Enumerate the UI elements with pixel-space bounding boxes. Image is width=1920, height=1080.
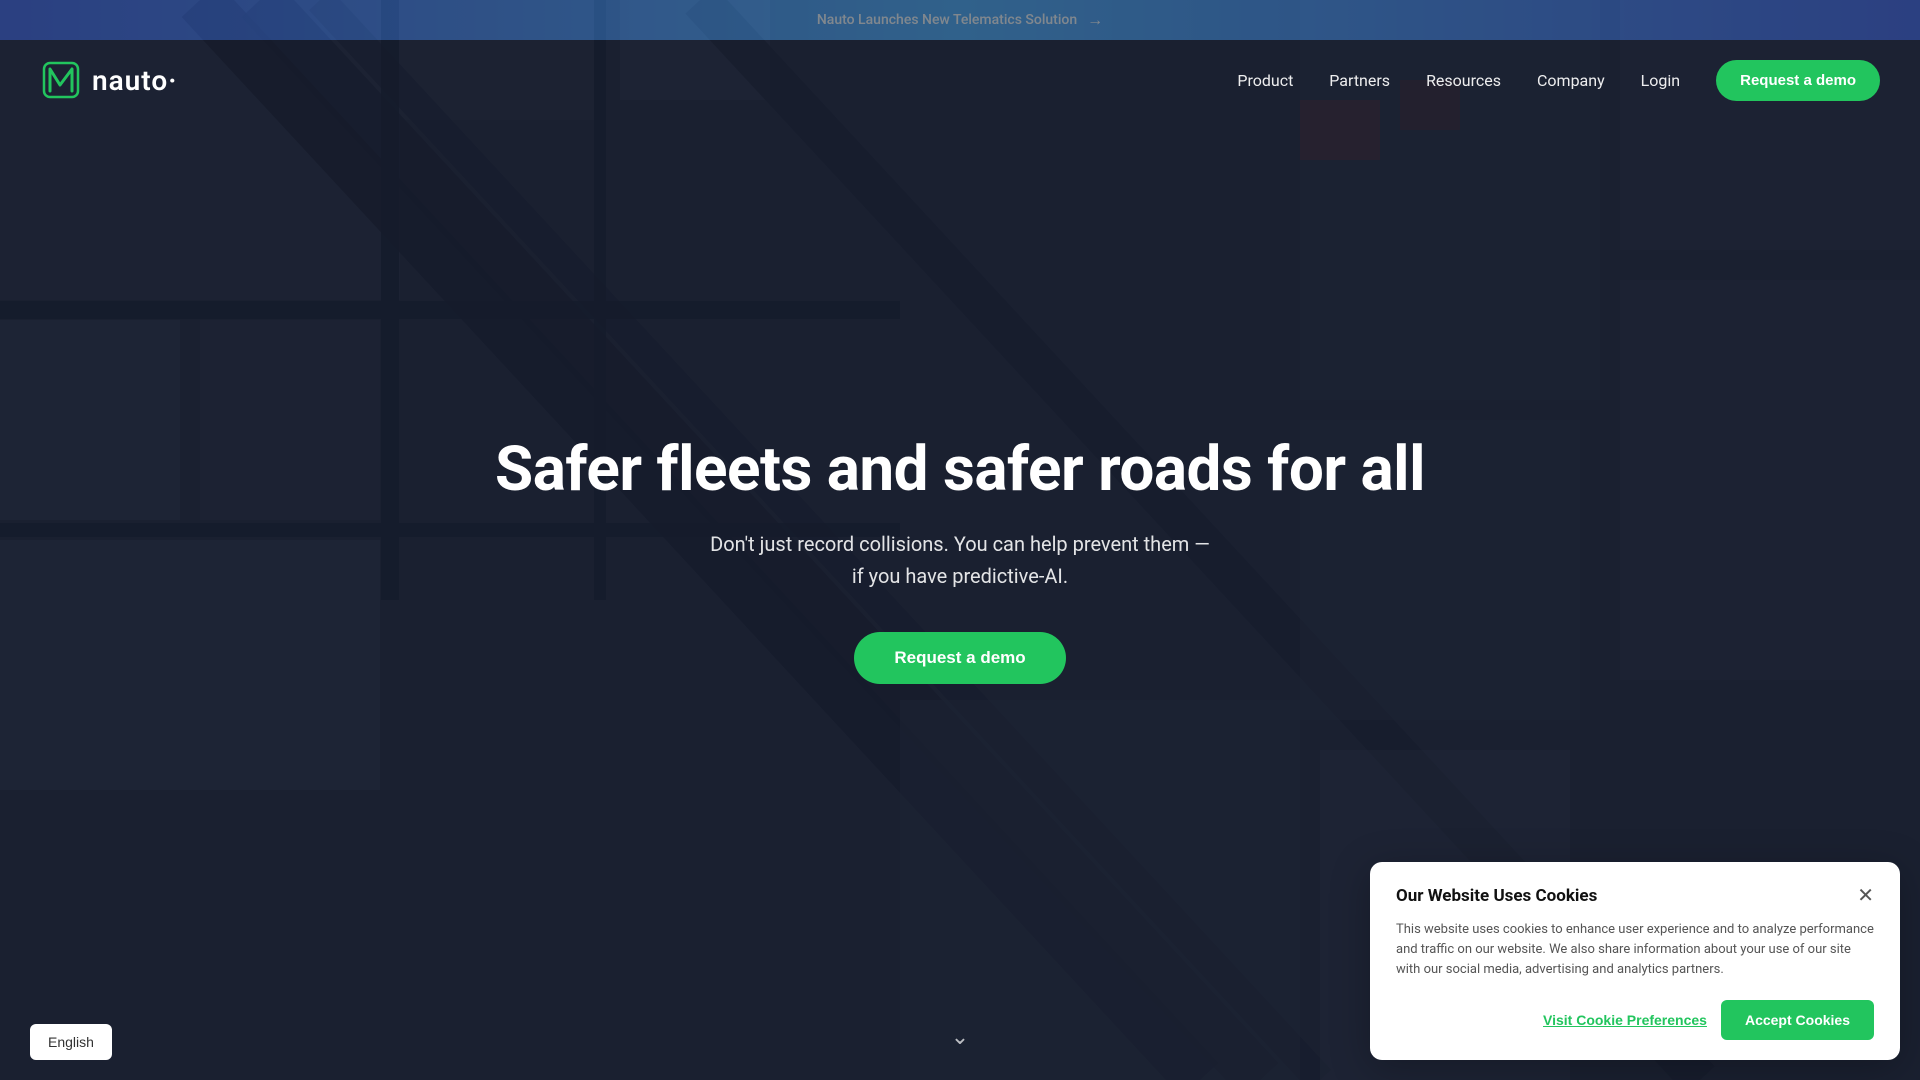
nav-company[interactable]: Company (1537, 71, 1605, 90)
scroll-indicator[interactable]: ⌄ (951, 1025, 969, 1050)
hero-request-demo-button[interactable]: Request a demo (854, 632, 1065, 684)
nav-resources[interactable]: Resources (1426, 71, 1501, 90)
logo[interactable]: nauto· (40, 59, 177, 101)
hero-subtitle: Don't just record collisions. You can he… (495, 528, 1425, 592)
hero-content: Safer fleets and safer roads for all Don… (475, 436, 1445, 684)
navbar: nauto· Product Partners Resources Compan… (0, 40, 1920, 120)
logo-text: nauto· (92, 64, 177, 97)
hero-title: Safer fleets and safer roads for all (495, 436, 1425, 504)
cookie-banner-title: Our Website Uses Cookies (1396, 886, 1597, 906)
logo-icon (40, 59, 82, 101)
language-selector[interactable]: English (30, 1024, 112, 1060)
nav-login[interactable]: Login (1641, 71, 1680, 90)
nav-product[interactable]: Product (1237, 71, 1293, 90)
nav-links: Product Partners Resources Company Login… (1237, 60, 1880, 101)
nav-request-demo-button[interactable]: Request a demo (1716, 60, 1880, 101)
hero-subtitle-line1: Don't just record collisions. You can he… (710, 532, 1210, 556)
cookie-close-button[interactable]: ✕ (1857, 886, 1874, 906)
cookie-banner: Our Website Uses Cookies ✕ This website … (1370, 862, 1900, 1060)
cookie-banner-header: Our Website Uses Cookies ✕ (1396, 886, 1874, 906)
cookie-banner-actions: Visit Cookie Preferences Accept Cookies (1396, 1000, 1874, 1040)
nav-partners[interactable]: Partners (1329, 71, 1390, 90)
hero-subtitle-line2: if you have predictive-AI. (852, 564, 1068, 588)
accept-cookies-button[interactable]: Accept Cookies (1721, 1000, 1874, 1040)
visit-cookie-preferences-button[interactable]: Visit Cookie Preferences (1543, 1000, 1707, 1040)
cookie-banner-body: This website uses cookies to enhance use… (1396, 920, 1874, 980)
